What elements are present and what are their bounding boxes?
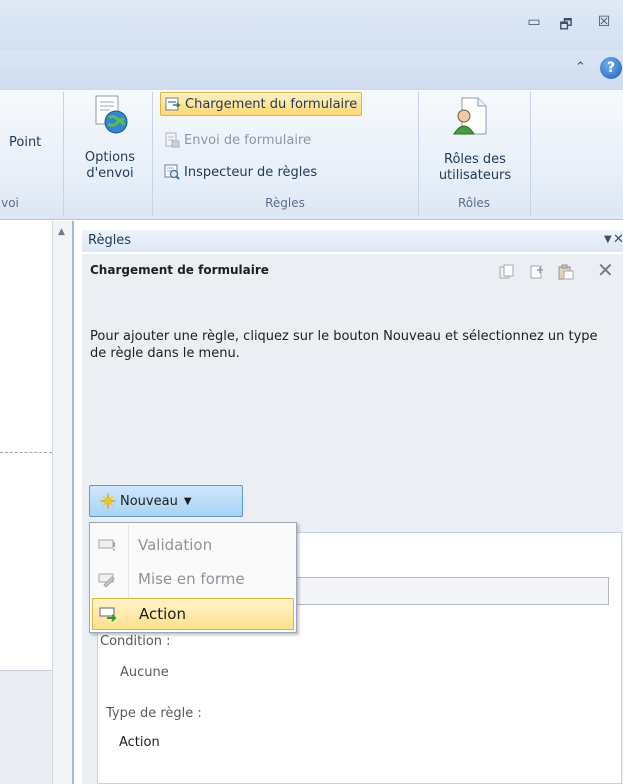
form-load-icon bbox=[165, 97, 181, 111]
action-icon bbox=[99, 607, 117, 622]
menu-item-formatting[interactable]: Mise en forme bbox=[92, 563, 294, 595]
form-load-label: Chargement du formulaire bbox=[185, 96, 358, 112]
help-icon[interactable]: ? bbox=[600, 57, 622, 79]
form-divider bbox=[0, 452, 52, 453]
formatting-icon bbox=[98, 573, 115, 587]
menu-item-label: Mise en forme bbox=[138, 570, 245, 588]
new-rule-label: Nouveau bbox=[120, 493, 178, 509]
copy-rule-icon[interactable] bbox=[529, 264, 545, 280]
rule-inspector-icon bbox=[164, 164, 180, 180]
scroll-up-icon[interactable]: ▲ bbox=[58, 227, 65, 237]
user-roles-button[interactable]: Rôles des utilisateurs bbox=[420, 90, 530, 194]
vertical-scrollbar[interactable]: ▲ bbox=[52, 221, 72, 784]
group-separator bbox=[530, 92, 531, 216]
send-options-label-1: Options bbox=[84, 150, 136, 165]
task-pane-menu-button[interactable]: ▼ bbox=[604, 234, 612, 245]
user-roles-label-2: utilisateurs bbox=[438, 168, 512, 183]
ribbon: Point voi Options d'envoi Chargement du … bbox=[0, 90, 623, 220]
delete-icon[interactable]: ✕ bbox=[597, 258, 614, 282]
rule-inspector-label: Inspecteur de règles bbox=[184, 164, 318, 180]
rule-set-title: Chargement de formulaire bbox=[90, 263, 269, 277]
user-roles-label-1: Rôles des bbox=[444, 152, 506, 167]
help-bar: ⌃ ? bbox=[0, 50, 623, 90]
menu-item-action[interactable]: Action bbox=[92, 598, 294, 630]
roles-group-label: Rôles bbox=[457, 196, 491, 210]
rules-group-label: Règles bbox=[265, 196, 305, 210]
task-pane-header: Règles ▼ ✕ bbox=[82, 230, 623, 252]
new-rule-button[interactable]: Nouveau ▼ bbox=[89, 485, 243, 517]
sparkle-new-icon bbox=[100, 493, 116, 509]
collapse-ribbon-button[interactable]: ⌃ bbox=[575, 60, 586, 75]
send-options-globe-icon bbox=[95, 95, 128, 134]
form-submit-label: Envoi de formulaire bbox=[184, 132, 312, 148]
chevron-down-icon: ▼ bbox=[183, 495, 192, 507]
menu-item-label: Action bbox=[139, 605, 186, 623]
rule-inspector-button[interactable]: Inspecteur de règles bbox=[160, 160, 321, 184]
condition-value[interactable]: Aucune bbox=[120, 665, 169, 680]
rule-type-value: Action bbox=[119, 735, 160, 750]
condition-label: Condition : bbox=[100, 634, 171, 649]
rule-toolbar: Chargement de formulaire ✕ bbox=[82, 254, 623, 288]
paste-icon[interactable] bbox=[558, 264, 574, 280]
rule-type-label: Type de règle : bbox=[106, 706, 202, 721]
validation-icon bbox=[98, 539, 115, 551]
task-pane-title: Règles bbox=[88, 233, 132, 248]
close-window-button[interactable]: ☒ bbox=[592, 14, 616, 34]
menu-item-validation[interactable]: Validation bbox=[92, 529, 294, 561]
minimize-button[interactable]: ▭ bbox=[522, 14, 546, 34]
menu-item-label: Validation bbox=[138, 536, 213, 554]
restore-button[interactable]: 🗗 bbox=[554, 14, 578, 34]
form-load-button[interactable]: Chargement du formulaire bbox=[160, 92, 363, 116]
partial-ribbon-button[interactable]: Point bbox=[9, 135, 41, 151]
title-bar: ▭ 🗗 ☒ bbox=[0, 0, 623, 50]
instructions-text: Pour ajouter une règle, cliquez sur le b… bbox=[90, 329, 598, 361]
partial-group-label: voi bbox=[1, 196, 19, 210]
user-roles-icon bbox=[453, 97, 487, 135]
form-submit-icon bbox=[165, 132, 180, 148]
copy-icon[interactable] bbox=[499, 264, 515, 280]
send-options-button[interactable]: Options d'envoi bbox=[68, 90, 152, 194]
new-rule-menu: Validation Mise en forme Action bbox=[89, 522, 297, 633]
form-submit-button[interactable]: Envoi de formulaire bbox=[160, 128, 315, 152]
task-pane-close-button[interactable]: ✕ bbox=[613, 232, 623, 247]
send-options-label-2: d'envoi bbox=[86, 166, 134, 181]
group-separator bbox=[63, 92, 64, 216]
